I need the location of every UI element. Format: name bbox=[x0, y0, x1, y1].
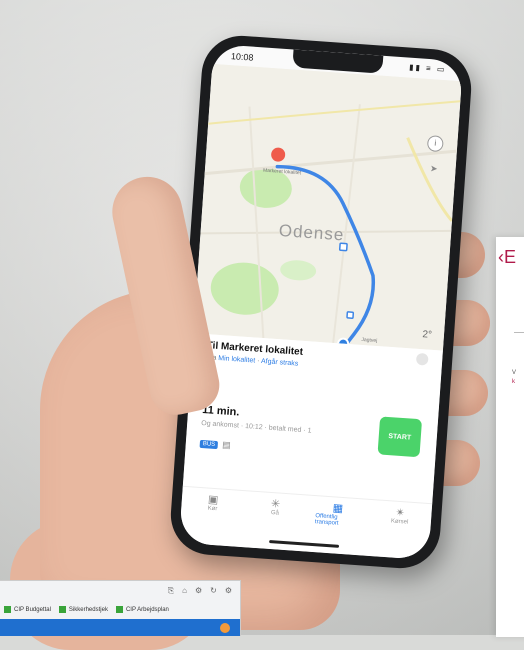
bookmark-icon bbox=[115, 606, 123, 613]
panel-text: V k bbox=[512, 369, 516, 387]
phone-screen: 10:08 ▮▮ ≡ ▭ Odense Markeret lokalitet J… bbox=[178, 43, 464, 561]
panel-divider bbox=[514, 332, 524, 333]
browser-window: ⎘ ⌂ ⚙ ↻ ⚙ CIP Budgettal Sikkerhedstjek C… bbox=[0, 580, 241, 636]
bookmarks-bar: CIP Budgettal Sikkerhedstjek CIP Arbejds… bbox=[4, 606, 169, 613]
page-banner bbox=[0, 619, 240, 636]
route-detail: Og ankomst · 10:12 · betalt med · 1 bbox=[200, 419, 312, 435]
bookmark-icon bbox=[58, 606, 66, 613]
tab-label: Kør bbox=[207, 505, 218, 513]
location-arrow-icon[interactable]: ➤ bbox=[430, 163, 438, 174]
tab-transit[interactable]: ▦ Offentlig transport bbox=[314, 500, 360, 537]
origin-link[interactable]: Min lokalitet bbox=[218, 355, 255, 365]
overlay-panel: ‹E V k bbox=[496, 237, 524, 637]
bookmark-label: Sikkerhedstjek bbox=[68, 606, 108, 613]
bookmark-item[interactable]: CIP Arbejdsplan bbox=[115, 606, 169, 613]
map-street-label: Jagtvej bbox=[361, 336, 378, 345]
tab-label: Offentlig transport bbox=[314, 513, 339, 527]
tab-walk[interactable]: ✳ Gå bbox=[252, 496, 298, 533]
tab-drive[interactable]: ▣ Kør bbox=[189, 491, 235, 528]
panel-text-line: V bbox=[512, 370, 517, 376]
bus-line-chip: BUS bbox=[199, 439, 219, 449]
walk-icon: ✳ bbox=[270, 498, 281, 511]
directions-sheet: Til Markeret lokalitet Fra Min lokalitet… bbox=[178, 333, 443, 561]
tab-ride[interactable]: ✴ Kørsel bbox=[376, 505, 422, 542]
ride-icon: ✴ bbox=[395, 506, 406, 520]
bookmark-icon bbox=[4, 606, 11, 613]
bookmark-label: CIP Arbejdsplan bbox=[125, 606, 169, 613]
close-icon[interactable] bbox=[415, 352, 429, 366]
gear-icon[interactable]: ⚙ bbox=[225, 586, 232, 596]
status-icons: ▮▮ ≡ ▭ bbox=[408, 62, 447, 75]
transit-icon: ▦ bbox=[332, 502, 344, 516]
temperature-badge: 2° bbox=[422, 329, 433, 341]
share-icon[interactable]: ⎘ bbox=[168, 586, 174, 596]
start-button[interactable]: START bbox=[377, 416, 423, 458]
refresh-icon[interactable]: ↻ bbox=[210, 586, 217, 596]
transport-mode-tabs: ▣ Kør ✳ Gå ▦ Offentlig transport ✴ Kørse… bbox=[180, 485, 433, 543]
car-icon: ▣ bbox=[207, 493, 219, 507]
bus-icon: ▤ bbox=[221, 439, 232, 451]
depart-time-link[interactable]: Afgår straks bbox=[261, 358, 299, 368]
bookmark-item[interactable]: CIP Budgettal bbox=[4, 606, 51, 613]
back-chevron-icon[interactable]: ‹E bbox=[498, 247, 516, 268]
notification-dot-icon[interactable] bbox=[220, 623, 230, 633]
tab-label: Gå bbox=[270, 510, 280, 517]
route-modes: BUS ▤ bbox=[199, 438, 231, 451]
smartphone: 10:08 ▮▮ ≡ ▭ Odense Markeret lokalitet J… bbox=[168, 33, 474, 571]
panel-text-line: k bbox=[512, 379, 515, 385]
bookmark-item[interactable]: Sikkerhedstjek bbox=[58, 606, 108, 613]
bookmark-label: CIP Budgettal bbox=[14, 606, 51, 613]
home-indicator[interactable] bbox=[269, 539, 340, 548]
map-canvas bbox=[193, 63, 462, 351]
bus-stop-marker bbox=[346, 311, 355, 319]
browser-toolbar: ⎘ ⌂ ⚙ ↻ ⚙ bbox=[168, 586, 232, 596]
status-time: 10:08 bbox=[230, 51, 254, 63]
home-icon[interactable]: ⌂ bbox=[182, 586, 187, 596]
map-view[interactable]: Odense Markeret lokalitet Jagtvej i ➤ bbox=[193, 63, 462, 351]
origin-separator: · bbox=[256, 357, 260, 365]
settings-icon[interactable]: ⚙ bbox=[195, 586, 202, 596]
tab-label: Kørsel bbox=[390, 518, 409, 526]
